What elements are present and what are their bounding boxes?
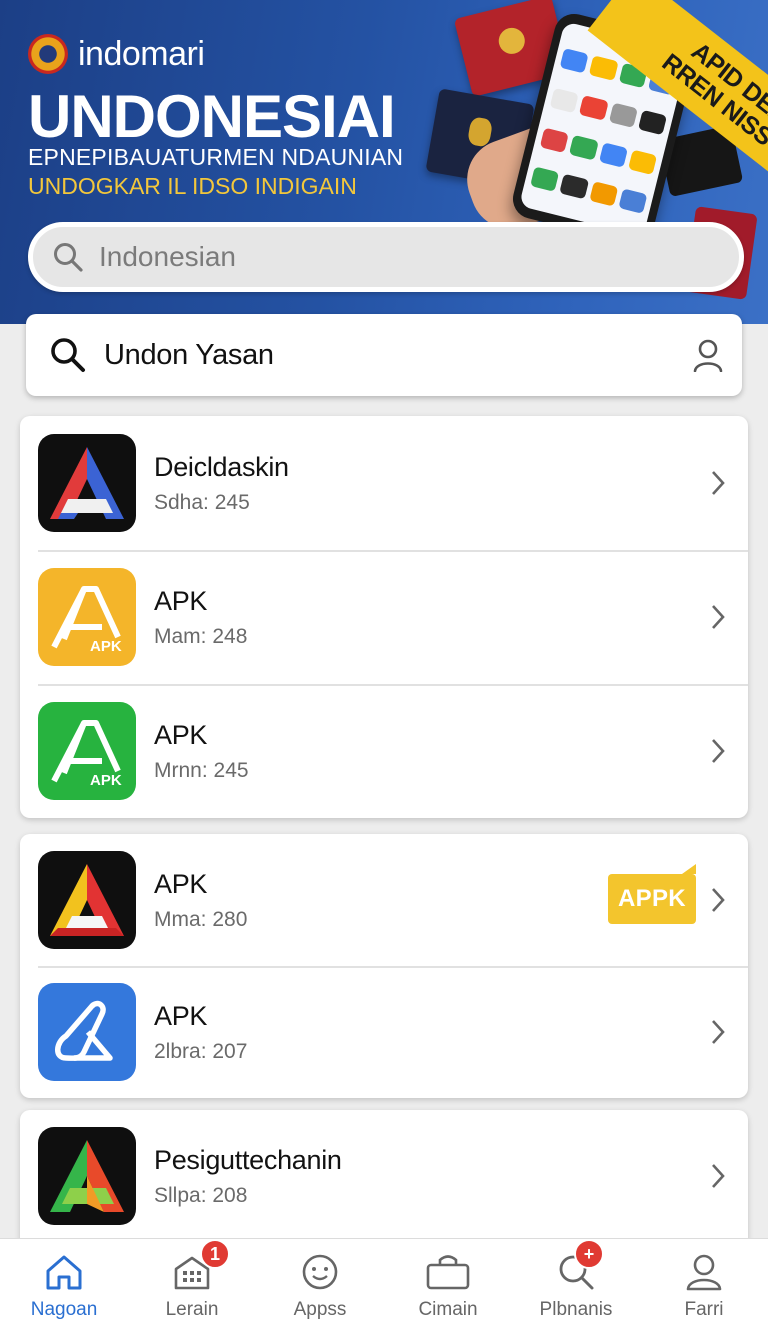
a-logo-green-red-icon	[38, 1127, 136, 1225]
banner-subtitle-1: EPNEPIBAUATURMEN NDAUNIAN	[28, 144, 404, 170]
svg-text:APK: APK	[90, 638, 122, 655]
nav-label: Cimain	[418, 1299, 478, 1320]
search-icon	[54, 243, 83, 272]
chevron-right-icon	[712, 1020, 725, 1044]
chevron-right-icon	[712, 605, 725, 629]
list-item[interactable]: Deicldaskin Sdha: 245	[20, 416, 748, 550]
a-logo-red-blue-icon	[38, 434, 136, 532]
chevron-right-icon	[712, 739, 725, 763]
home-icon	[46, 1255, 82, 1290]
app-name: APK	[154, 1000, 208, 1031]
banner-search-placeholder: Indonesian	[99, 241, 237, 272]
apk-yellow-icon: APK	[38, 568, 136, 666]
app-list-card: Deicldaskin Sdha: 245 APK APK Mam: 248 A…	[20, 416, 748, 818]
nav-label: Farri	[684, 1299, 724, 1320]
nav-item-apps[interactable]: Appss	[256, 1239, 384, 1344]
nav-label: Plbnanis	[539, 1299, 613, 1320]
list-item[interactable]: APK APK Mrnn: 245	[20, 684, 748, 818]
profile-icon	[686, 1254, 722, 1291]
main-search-bar[interactable]: Undon Yasan	[26, 314, 742, 396]
a-logo-yellow-red-icon	[38, 851, 136, 949]
nav-item-search[interactable]: + Plbnanis	[512, 1239, 640, 1344]
app-list-card: APK Mma: 280 APPK APK 2lbra: 207	[20, 834, 748, 1098]
banner-headline: UNDONESIAI	[28, 83, 396, 150]
chevron-right-icon	[712, 888, 725, 912]
promo-banner: APID DEAIR RREN NISSVIR indomari UNDONES…	[0, 0, 768, 324]
apk-blue-icon	[38, 983, 136, 1081]
app-meta: Sdha: 245	[154, 490, 250, 514]
apps-circle-icon	[302, 1254, 338, 1290]
nav-label: Lerain	[165, 1299, 219, 1320]
apk-green-icon: APK	[38, 702, 136, 800]
nav-item-profile[interactable]: Farri	[640, 1239, 768, 1344]
banner-subtitle-2: UNDOGKAR IL IDSO INDIGAIN	[28, 173, 357, 199]
banner-search-input[interactable]: Indonesian	[28, 222, 744, 292]
svg-text:APK: APK	[90, 772, 122, 789]
search-icon	[51, 338, 85, 372]
app-meta: Sllpa: 208	[154, 1183, 248, 1207]
chevron-right-icon	[712, 1164, 725, 1188]
list-item[interactable]: APK APK Mam: 248	[20, 550, 748, 684]
app-meta: 2lbra: 207	[154, 1039, 248, 1063]
brand-name: indomari	[78, 34, 205, 73]
list-item[interactable]: Pesigutte​chanin Sllpa: 208	[20, 1110, 748, 1242]
notification-badge: +	[574, 1239, 604, 1269]
user-icon[interactable]	[692, 338, 724, 372]
app-meta: Mam: 248	[154, 624, 248, 648]
nav-item-bag[interactable]: Cimain	[384, 1239, 512, 1344]
bag-icon	[426, 1255, 470, 1290]
nav-item-home[interactable]: Nagoan	[0, 1239, 128, 1344]
bottom-navigation: Nagoan 1 Lerain Appss Cimain + Plbnanis …	[0, 1238, 768, 1344]
chevron-right-icon	[712, 471, 725, 495]
app-meta: Mrnn: 245	[154, 758, 249, 782]
app-name: APK	[154, 719, 208, 750]
app-list-card: Pesigutte​chanin Sllpa: 208	[20, 1110, 748, 1250]
app-name: Pesigutte​chanin	[154, 1144, 342, 1175]
nav-item-store[interactable]: 1 Lerain	[128, 1239, 256, 1344]
app-name: APK	[154, 585, 208, 616]
brand[interactable]: indomari	[28, 34, 205, 74]
notification-badge: 1	[200, 1239, 230, 1269]
main-search-query[interactable]: Undon Yasan	[104, 339, 692, 372]
nav-label: Appss	[293, 1299, 347, 1320]
brand-logo-icon	[28, 34, 68, 74]
apk-badge: APPK	[608, 864, 696, 924]
list-item[interactable]: APK 2lbra: 207	[20, 966, 748, 1098]
nav-label: Nagoan	[30, 1299, 98, 1320]
app-name: Deicldaskin	[154, 451, 289, 482]
list-item[interactable]: APK Mma: 280 APPK	[20, 834, 748, 966]
